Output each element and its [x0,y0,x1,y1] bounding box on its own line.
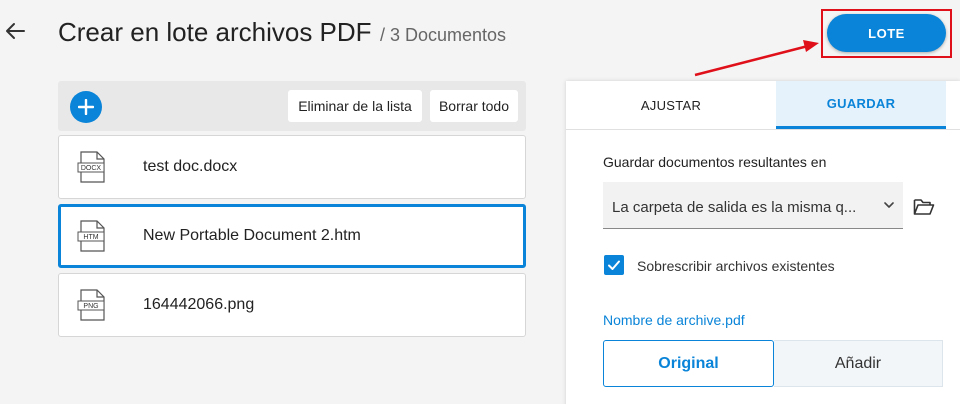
settings-panel: AJUSTAR GUARDAR Guardar documentos resul… [566,81,960,404]
file-row[interactable]: DOCX test doc.docx [58,135,526,199]
docx-file-icon: DOCX [77,151,105,183]
png-file-icon: PNG [77,289,105,321]
lote-button[interactable]: LOTE [827,14,946,52]
htm-file-icon: HTM [77,220,105,252]
file-row-selected[interactable]: HTM New Portable Document 2.htm [58,204,526,268]
save-location-value: La carpeta de salida es la misma q... [612,199,857,216]
clear-all-button[interactable]: Borrar todo [430,90,518,122]
file-toolbar: Eliminar de la lista Borrar todo [58,81,526,131]
filename-append-button[interactable]: Añadir [774,340,943,387]
file-type-label: PNG [83,303,98,310]
filename-label: Nombre de archive.pdf [603,312,745,328]
file-name: test doc.docx [143,158,238,175]
overwrite-checkbox[interactable] [604,255,624,275]
file-row[interactable]: PNG 164442066.png [58,273,526,337]
back-arrow-icon[interactable] [4,20,26,42]
save-location-select[interactable]: La carpeta de salida es la misma q... [603,182,903,229]
chevron-down-icon [884,202,894,208]
folder-open-icon[interactable] [913,198,935,216]
document-count: / 3 Documentos [380,25,507,45]
add-file-button[interactable] [70,91,102,123]
plus-icon [78,99,94,115]
overwrite-label: Sobrescribir archivos existentes [637,258,835,274]
filename-original-button[interactable]: Original [603,340,774,387]
remove-from-list-button[interactable]: Eliminar de la lista [288,90,422,122]
tab-ajustar[interactable]: AJUSTAR [566,81,776,129]
tabs-divider [566,129,960,130]
file-type-label: HTM [83,234,98,241]
check-icon [608,260,620,270]
file-name: 164442066.png [143,296,255,313]
tab-guardar[interactable]: GUARDAR [776,81,946,129]
file-name: New Portable Document 2.htm [143,227,361,244]
file-type-label: DOCX [81,165,102,172]
save-location-label: Guardar documentos resultantes en [603,154,827,170]
page-title: Crear en lote archivos PDF [58,17,372,47]
